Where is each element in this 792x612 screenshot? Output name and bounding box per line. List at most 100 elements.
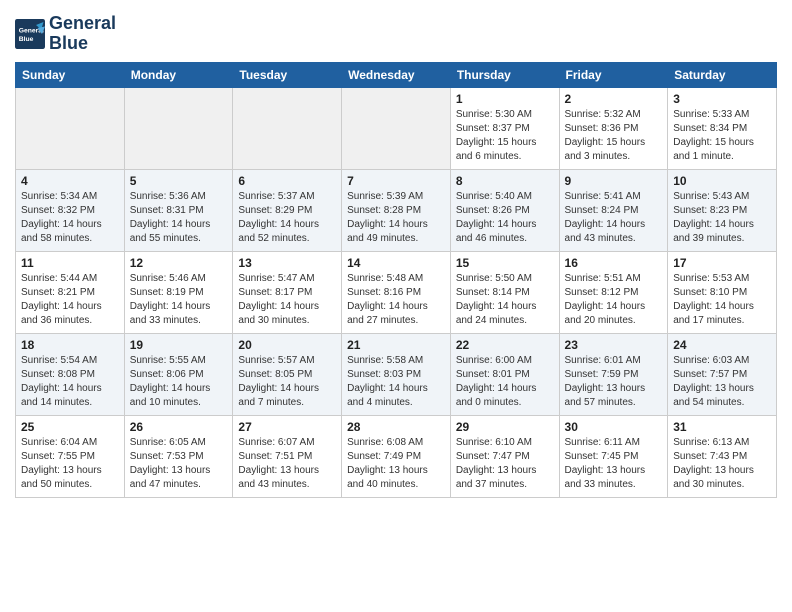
day-number: 8	[456, 174, 554, 188]
calendar-table: SundayMondayTuesdayWednesdayThursdayFrid…	[15, 62, 777, 498]
day-number: 26	[130, 420, 228, 434]
calendar-cell: 3 Sunrise: 5:33 AM Sunset: 8:34 PM Daylig…	[668, 87, 777, 169]
day-number: 11	[21, 256, 119, 270]
calendar-cell: 18Sunrise: 5:54 AM Sunset: 8:08 PM Dayli…	[16, 333, 125, 415]
day-detail: Sunrise: 5:58 AM Sunset: 8:03 PM Dayligh…	[347, 354, 445, 410]
calendar-week-1: 1 Sunrise: 5:30 AM Sunset: 8:37 PM Daylig…	[16, 87, 777, 169]
calendar-cell: 7 Sunrise: 5:39 AM Sunset: 8:28 PM Daylig…	[342, 169, 451, 251]
day-number: 20	[238, 338, 336, 352]
day-detail: Sunrise: 6:08 AM Sunset: 7:49 PM Dayligh…	[347, 436, 445, 492]
day-number: 30	[565, 420, 663, 434]
day-header-friday: Friday	[559, 62, 668, 87]
calendar-cell: 23 Sunrise: 6:01 AM Sunset: 7:59 PM Dayli…	[559, 333, 668, 415]
calendar-cell	[233, 87, 342, 169]
calendar-cell: 5 Sunrise: 5:36 AM Sunset: 8:31 PM Daylig…	[124, 169, 233, 251]
day-number: 7	[347, 174, 445, 188]
day-detail: Sunrise: 5:34 AM Sunset: 8:32 PM Dayligh…	[21, 190, 119, 246]
calendar-cell: 31 Sunrise: 6:13 AM Sunset: 7:43 PM Dayli…	[668, 415, 777, 497]
calendar-cell: 8 Sunrise: 5:40 AM Sunset: 8:26 PM Daylig…	[450, 169, 559, 251]
day-number: 4	[21, 174, 119, 188]
logo: General Blue General Blue	[15, 14, 116, 54]
calendar-cell: 22Sunrise: 6:00 AM Sunset: 8:01 PM Dayli…	[450, 333, 559, 415]
day-header-saturday: Saturday	[668, 62, 777, 87]
day-detail: Sunrise: 5:57 AM Sunset: 8:05 PM Dayligh…	[238, 354, 336, 410]
calendar-cell: 10 Sunrise: 5:43 AM Sunset: 8:23 PM Dayli…	[668, 169, 777, 251]
day-detail: Sunrise: 5:37 AM Sunset: 8:29 PM Dayligh…	[238, 190, 336, 246]
day-number: 13	[238, 256, 336, 270]
day-header-sunday: Sunday	[16, 62, 125, 87]
day-detail: Sunrise: 6:05 AM Sunset: 7:53 PM Dayligh…	[130, 436, 228, 492]
day-detail: Sunrise: 6:11 AM Sunset: 7:45 PM Dayligh…	[565, 436, 663, 492]
calendar-cell: 20 Sunrise: 5:57 AM Sunset: 8:05 PM Dayli…	[233, 333, 342, 415]
calendar-cell: 17Sunrise: 5:53 AM Sunset: 8:10 PM Dayli…	[668, 251, 777, 333]
day-number: 12	[130, 256, 228, 270]
calendar-cell: 24 Sunrise: 6:03 AM Sunset: 7:57 PM Dayli…	[668, 333, 777, 415]
calendar-cell: 6Sunrise: 5:37 AM Sunset: 8:29 PM Daylig…	[233, 169, 342, 251]
calendar-cell: 11Sunrise: 5:44 AM Sunset: 8:21 PM Dayli…	[16, 251, 125, 333]
calendar-cell: 28 Sunrise: 6:08 AM Sunset: 7:49 PM Dayli…	[342, 415, 451, 497]
calendar-week-5: 25 Sunrise: 6:04 AM Sunset: 7:55 PM Dayli…	[16, 415, 777, 497]
day-detail: Sunrise: 6:07 AM Sunset: 7:51 PM Dayligh…	[238, 436, 336, 492]
logo-icon: General Blue	[15, 19, 45, 49]
day-detail: Sunrise: 5:30 AM Sunset: 8:37 PM Dayligh…	[456, 108, 554, 164]
calendar-cell: 12 Sunrise: 5:46 AM Sunset: 8:19 PM Dayli…	[124, 251, 233, 333]
day-number: 25	[21, 420, 119, 434]
calendar-cell: 27Sunrise: 6:07 AM Sunset: 7:51 PM Dayli…	[233, 415, 342, 497]
day-detail: Sunrise: 6:10 AM Sunset: 7:47 PM Dayligh…	[456, 436, 554, 492]
day-number: 22	[456, 338, 554, 352]
day-number: 2	[565, 92, 663, 106]
day-number: 9	[565, 174, 663, 188]
day-number: 19	[130, 338, 228, 352]
day-detail: Sunrise: 5:46 AM Sunset: 8:19 PM Dayligh…	[130, 272, 228, 328]
day-number: 16	[565, 256, 663, 270]
calendar-cell: 2 Sunrise: 5:32 AM Sunset: 8:36 PM Daylig…	[559, 87, 668, 169]
calendar-cell: 30 Sunrise: 6:11 AM Sunset: 7:45 PM Dayli…	[559, 415, 668, 497]
calendar-cell: 4 Sunrise: 5:34 AM Sunset: 8:32 PM Daylig…	[16, 169, 125, 251]
day-number: 15	[456, 256, 554, 270]
day-number: 21	[347, 338, 445, 352]
day-detail: Sunrise: 5:53 AM Sunset: 8:10 PM Dayligh…	[673, 272, 771, 328]
day-number: 31	[673, 420, 771, 434]
day-detail: Sunrise: 5:47 AM Sunset: 8:17 PM Dayligh…	[238, 272, 336, 328]
day-number: 23	[565, 338, 663, 352]
day-number: 29	[456, 420, 554, 434]
calendar-cell	[342, 87, 451, 169]
day-detail: Sunrise: 5:43 AM Sunset: 8:23 PM Dayligh…	[673, 190, 771, 246]
day-number: 1	[456, 92, 554, 106]
day-number: 5	[130, 174, 228, 188]
svg-text:Blue: Blue	[19, 36, 34, 43]
day-detail: Sunrise: 5:32 AM Sunset: 8:36 PM Dayligh…	[565, 108, 663, 164]
day-number: 24	[673, 338, 771, 352]
day-detail: Sunrise: 5:36 AM Sunset: 8:31 PM Dayligh…	[130, 190, 228, 246]
calendar-cell: 19Sunrise: 5:55 AM Sunset: 8:06 PM Dayli…	[124, 333, 233, 415]
day-detail: Sunrise: 5:40 AM Sunset: 8:26 PM Dayligh…	[456, 190, 554, 246]
day-detail: Sunrise: 6:01 AM Sunset: 7:59 PM Dayligh…	[565, 354, 663, 410]
day-detail: Sunrise: 6:13 AM Sunset: 7:43 PM Dayligh…	[673, 436, 771, 492]
calendar-cell: 26 Sunrise: 6:05 AM Sunset: 7:53 PM Dayli…	[124, 415, 233, 497]
day-number: 3	[673, 92, 771, 106]
day-detail: Sunrise: 6:04 AM Sunset: 7:55 PM Dayligh…	[21, 436, 119, 492]
day-number: 28	[347, 420, 445, 434]
calendar-week-2: 4 Sunrise: 5:34 AM Sunset: 8:32 PM Daylig…	[16, 169, 777, 251]
day-header-thursday: Thursday	[450, 62, 559, 87]
day-detail: Sunrise: 5:33 AM Sunset: 8:34 PM Dayligh…	[673, 108, 771, 164]
day-detail: Sunrise: 6:03 AM Sunset: 7:57 PM Dayligh…	[673, 354, 771, 410]
day-header-wednesday: Wednesday	[342, 62, 451, 87]
calendar-week-3: 11Sunrise: 5:44 AM Sunset: 8:21 PM Dayli…	[16, 251, 777, 333]
calendar-cell: 15 Sunrise: 5:50 AM Sunset: 8:14 PM Dayli…	[450, 251, 559, 333]
calendar-header-row: SundayMondayTuesdayWednesdayThursdayFrid…	[16, 62, 777, 87]
calendar-cell	[124, 87, 233, 169]
calendar-cell	[16, 87, 125, 169]
day-detail: Sunrise: 5:39 AM Sunset: 8:28 PM Dayligh…	[347, 190, 445, 246]
calendar-cell: 13 Sunrise: 5:47 AM Sunset: 8:17 PM Dayli…	[233, 251, 342, 333]
day-number: 10	[673, 174, 771, 188]
day-detail: Sunrise: 5:41 AM Sunset: 8:24 PM Dayligh…	[565, 190, 663, 246]
day-detail: Sunrise: 5:50 AM Sunset: 8:14 PM Dayligh…	[456, 272, 554, 328]
calendar-cell: 14Sunrise: 5:48 AM Sunset: 8:16 PM Dayli…	[342, 251, 451, 333]
day-header-monday: Monday	[124, 62, 233, 87]
calendar-cell: 21 Sunrise: 5:58 AM Sunset: 8:03 PM Dayli…	[342, 333, 451, 415]
day-detail: Sunrise: 5:51 AM Sunset: 8:12 PM Dayligh…	[565, 272, 663, 328]
day-number: 18	[21, 338, 119, 352]
calendar-cell: 1 Sunrise: 5:30 AM Sunset: 8:37 PM Daylig…	[450, 87, 559, 169]
calendar-cell: 25 Sunrise: 6:04 AM Sunset: 7:55 PM Dayli…	[16, 415, 125, 497]
